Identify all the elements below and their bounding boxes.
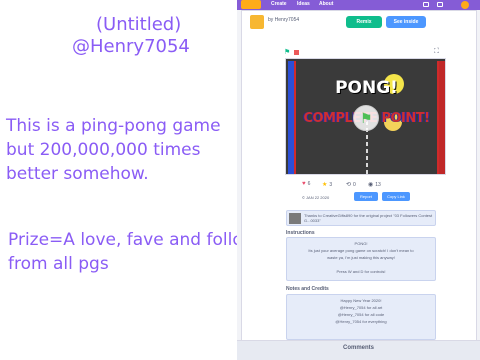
project-title-overlay: (Untitled) bbox=[96, 14, 182, 35]
view-count: ◉ 13 bbox=[368, 182, 381, 188]
notes-text: Happy New Year 2020! @Henry_7054 for all… bbox=[286, 294, 436, 340]
remix-credit-text: Thanks to CreativeGifts890 for the origi… bbox=[304, 213, 433, 223]
copy-link-button[interactable]: Copy Link bbox=[382, 192, 410, 201]
instructions-heading: Instructions bbox=[286, 230, 315, 236]
project-stage[interactable]: PONG! COMPLETE POINT! ⚑ bbox=[285, 58, 446, 175]
remix-button[interactable]: Remix bbox=[346, 16, 382, 28]
top-navbar: Create Ideas About bbox=[237, 0, 480, 10]
project-stats: ♥ 6 ★ 3 ⟲ 0 ◉ 13 bbox=[302, 181, 442, 191]
stop-icon[interactable] bbox=[294, 50, 299, 55]
start-overlay-button[interactable]: ⚑ bbox=[353, 105, 379, 131]
star-icon: ★ bbox=[322, 182, 328, 188]
remix-credit-box: Thanks to CreativeGifts890 for the origi… bbox=[286, 210, 436, 226]
see-inside-button[interactable]: See inside bbox=[386, 16, 426, 28]
scratch-logo[interactable] bbox=[241, 0, 261, 9]
report-button[interactable]: Report bbox=[354, 192, 378, 201]
nav-about[interactable]: About bbox=[319, 1, 333, 7]
fave-count[interactable]: ★ 3 bbox=[322, 181, 332, 188]
green-flag-icon: ⚑ bbox=[360, 110, 373, 126]
share-date: © JAN 22 2020 bbox=[302, 195, 330, 200]
love-count[interactable]: ♥ 6 bbox=[302, 181, 310, 187]
description-overlay: This is a ping-pong game but 200,000,000… bbox=[6, 116, 221, 184]
remix-icon: ⟲ bbox=[346, 182, 352, 188]
author-avatar[interactable] bbox=[250, 15, 264, 29]
messages-icon[interactable] bbox=[423, 2, 429, 7]
username-overlay: @Henry7054 bbox=[72, 36, 190, 57]
green-flag-icon[interactable]: ⚑ bbox=[284, 48, 290, 56]
project-card: by Henry7054 Remix See inside ⚑ ⛶ PONG! … bbox=[241, 10, 477, 350]
fullscreen-icon[interactable]: ⛶ bbox=[434, 48, 439, 56]
nav-create[interactable]: Create bbox=[271, 1, 287, 7]
original-project-thumbnail[interactable] bbox=[289, 213, 301, 224]
comments-heading: Comments bbox=[237, 340, 480, 360]
remix-count: ⟲ 0 bbox=[346, 182, 356, 188]
project-author[interactable]: by Henry7054 bbox=[268, 17, 299, 23]
nav-ideas[interactable]: Ideas bbox=[297, 1, 310, 7]
instructions-text: PONG! Its just your average pong game on… bbox=[286, 237, 436, 281]
heart-icon: ♥ bbox=[302, 181, 306, 187]
notes-heading: Notes and Credits bbox=[286, 286, 329, 292]
pong-logo: PONG! bbox=[335, 78, 398, 98]
my-stuff-icon[interactable] bbox=[437, 2, 443, 7]
eye-icon: ◉ bbox=[368, 182, 374, 188]
user-avatar[interactable] bbox=[461, 1, 469, 9]
project-page-panel: Create Ideas About by Henry7054 Remix Se… bbox=[237, 0, 480, 360]
